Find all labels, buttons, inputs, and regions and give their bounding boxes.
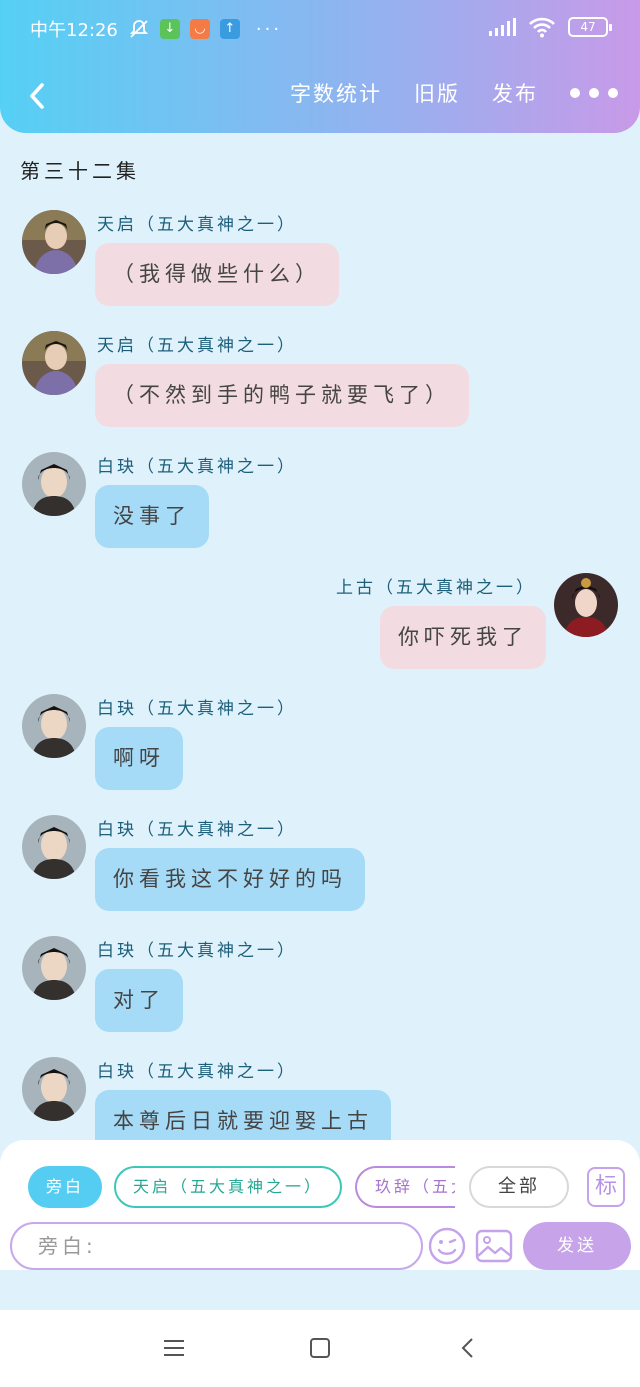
app-header: 中午12:26 ↓ ◡ ↑ ··· 47 字数统计 旧版 发布 [0, 0, 640, 133]
sender-name: 白玦（五大真神之一） [97, 457, 297, 477]
battery-icon: 47 [568, 17, 612, 37]
smiley-icon[interactable] [427, 1226, 467, 1266]
message: 白玦（五大真神之一） 本尊后日就要迎娶上古 [0, 1057, 640, 1140]
publish-button[interactable]: 发布 [492, 78, 538, 108]
chat-area[interactable]: 第三十二集 天启（五大真神之一） （我得做些什么） 天启（五大真神之一） （不然… [0, 133, 640, 1140]
message: 上古（五大真神之一） 你吓死我了 [0, 573, 640, 673]
avatar-tianqi[interactable] [22, 210, 86, 274]
signal-icon [488, 17, 516, 37]
message-bubble[interactable]: （不然到手的鸭子就要飞了） [95, 364, 469, 427]
old-version-button[interactable]: 旧版 [414, 78, 460, 108]
message: 白玦（五大真神之一） 你看我这不好好的吗 [0, 815, 640, 915]
message: 白玦（五大真神之一） 对了 [0, 936, 640, 1036]
home-icon[interactable] [308, 1336, 332, 1360]
role-chip-tianqi[interactable]: 天启（五大真神之一） [114, 1166, 342, 1208]
message: 天启（五大真神之一） （我得做些什么） [0, 210, 640, 310]
avatar-tianqi[interactable] [22, 331, 86, 395]
message-bubble[interactable]: 啊呀 [95, 727, 183, 790]
sender-name: 天启（五大真神之一） [97, 336, 297, 356]
message-bubble[interactable]: （我得做些什么） [95, 243, 339, 306]
avatar-baijue[interactable] [22, 452, 86, 516]
message-bubble[interactable]: 你看我这不好好的吗 [95, 848, 365, 911]
status-more: ··· [255, 18, 283, 40]
sender-name: 天启（五大真神之一） [97, 215, 297, 235]
download-icon: ↓ [159, 19, 180, 39]
sender-name: 上古（五大真神之一） [336, 578, 536, 598]
chevron-left-icon [30, 83, 44, 109]
send-button[interactable]: 发送 [523, 1222, 631, 1270]
message-bubble[interactable]: 对了 [95, 969, 183, 1032]
shopping-icon: ◡ [189, 19, 210, 39]
system-back-icon[interactable] [456, 1336, 480, 1360]
role-chip-all[interactable]: 全部 [469, 1166, 569, 1208]
compose-panel: 旁白 天启（五大真神之一） 玖辞（五大 全部 标 发送 [0, 1140, 640, 1270]
mark-button[interactable]: 标 [587, 1167, 625, 1207]
system-nav-bar [0, 1310, 640, 1387]
sender-name: 白玦（五大真神之一） [97, 1062, 297, 1082]
message-bubble[interactable]: 本尊后日就要迎娶上古 [95, 1090, 391, 1140]
status-bar: 中午12:26 ↓ ◡ ↑ ··· 47 [0, 0, 640, 58]
sender-name: 白玦（五大真神之一） [97, 699, 297, 719]
role-chip-jiuci[interactable]: 玖辞（五大 [355, 1166, 455, 1208]
back-button[interactable] [22, 78, 52, 114]
avatar-baijue[interactable] [22, 1057, 86, 1121]
status-right: 47 [488, 16, 612, 38]
nav-actions: 字数统计 旧版 发布 [290, 78, 618, 108]
message: 天启（五大真神之一） （不然到手的鸭子就要飞了） [0, 331, 640, 431]
message-bubble[interactable]: 没事了 [95, 485, 209, 548]
sender-name: 白玦（五大真神之一） [97, 941, 297, 961]
upload-icon: ↑ [219, 19, 240, 39]
wifi-icon [528, 16, 556, 38]
avatar-baijue[interactable] [22, 936, 86, 1000]
menu-icon[interactable] [162, 1336, 186, 1360]
message: 白玦（五大真神之一） 啊呀 [0, 694, 640, 794]
more-dots-icon[interactable] [570, 88, 618, 98]
image-icon[interactable] [474, 1226, 514, 1266]
avatar-baijue[interactable] [22, 694, 86, 758]
message-bubble[interactable]: 你吓死我了 [380, 606, 546, 669]
episode-title: 第三十二集 [20, 159, 140, 183]
avatar-baijue[interactable] [22, 815, 86, 879]
role-chip-narration[interactable]: 旁白 [28, 1166, 102, 1208]
avatar-shanggu[interactable] [554, 573, 618, 637]
divider [0, 1270, 640, 1310]
status-time: 中午12:26 [30, 20, 118, 41]
sender-name: 白玦（五大真神之一） [97, 820, 297, 840]
nav-bar: 字数统计 旧版 发布 [0, 68, 640, 124]
word-count-button[interactable]: 字数统计 [290, 78, 382, 108]
mute-bell-icon [128, 18, 150, 40]
message: 白玦（五大真神之一） 没事了 [0, 452, 640, 552]
message-input[interactable] [10, 1222, 423, 1270]
